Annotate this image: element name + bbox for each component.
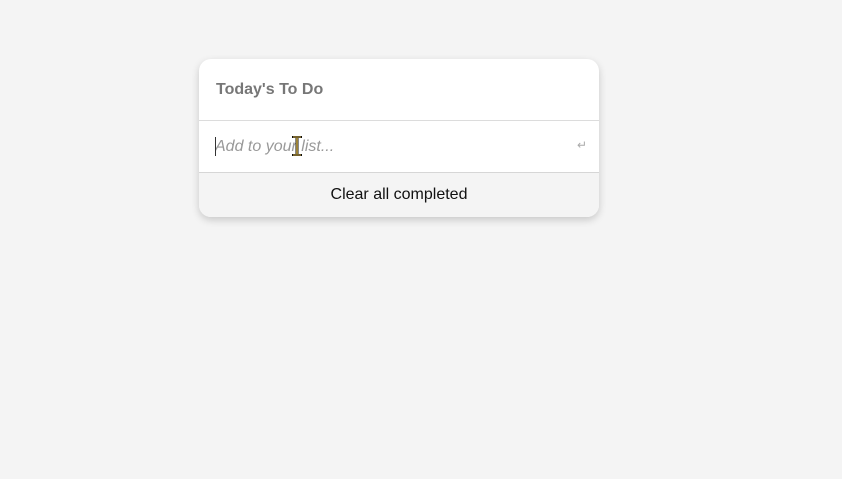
text-caret xyxy=(215,137,216,156)
clear-completed-label: Clear all completed xyxy=(330,186,468,203)
add-item-row: ↵ xyxy=(199,121,599,173)
enter-icon[interactable]: ↵ xyxy=(577,137,587,153)
todo-card: Today's To Do ↵ Clear all completed xyxy=(199,59,599,217)
clear-completed-button[interactable]: Clear all completed xyxy=(199,173,599,217)
text-cursor-icon xyxy=(292,136,302,156)
add-item-input[interactable] xyxy=(199,121,599,172)
card-header: Today's To Do xyxy=(199,59,599,121)
page-title: Today's To Do xyxy=(216,80,324,98)
